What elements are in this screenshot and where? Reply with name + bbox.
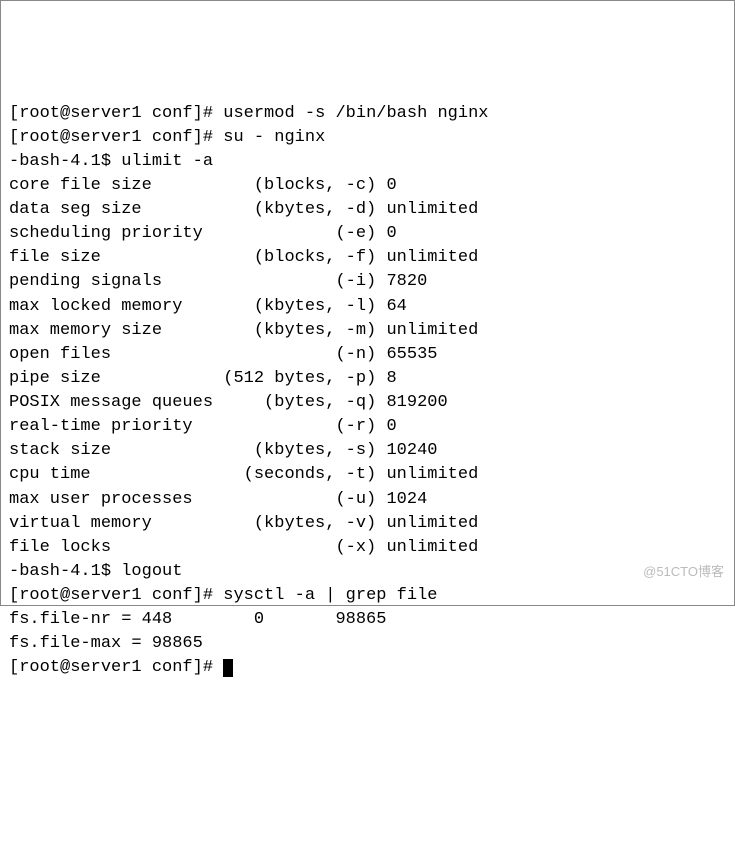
ulimit-row: POSIX message queues (bytes, -q) 819200 <box>9 391 726 415</box>
ulimit-value: 65535 <box>386 345 437 364</box>
command: sysctl -a | grep file <box>223 586 437 605</box>
sysctl-output: fs.file-nr = 448 0 98865 <box>9 608 726 632</box>
ulimit-row: max locked memory (kbytes, -l) 64 <box>9 295 726 319</box>
ulimit-row: data seg size (kbytes, -d) unlimited <box>9 198 726 222</box>
ulimit-row: cpu time (seconds, -t) unlimited <box>9 463 726 487</box>
cursor-icon <box>223 659 233 677</box>
ulimit-value: 0 <box>386 176 396 195</box>
ulimit-value: 10240 <box>386 441 437 460</box>
ulimit-row: core file size (blocks, -c) 0 <box>9 174 726 198</box>
ulimit-value: 64 <box>386 297 406 316</box>
ulimit-row: max memory size (kbytes, -m) unlimited <box>9 319 726 343</box>
prompt: [root@server1 conf]# <box>9 128 223 147</box>
ulimit-value: 0 <box>386 417 396 436</box>
command: su - nginx <box>223 128 325 147</box>
cmd-line-3: -bash-4.1$ ulimit -a <box>9 150 726 174</box>
ulimit-value: 8 <box>386 369 396 388</box>
ulimit-row: open files (-n) 65535 <box>9 343 726 367</box>
cmd-line-sysctl: [root@server1 conf]# sysctl -a | grep fi… <box>9 584 726 608</box>
ulimit-row: scheduling priority (-e) 0 <box>9 222 726 246</box>
cmd-line-current: [root@server1 conf]# <box>9 656 726 680</box>
ulimit-row: pipe size (512 bytes, -p) 8 <box>9 367 726 391</box>
cmd-line-2: [root@server1 conf]# su - nginx <box>9 126 726 150</box>
ulimit-row: pending signals (-i) 7820 <box>9 270 726 294</box>
ulimit-value: 7820 <box>386 272 427 291</box>
ulimit-row: virtual memory (kbytes, -v) unlimited <box>9 512 726 536</box>
prompt: [root@server1 conf]# <box>9 658 223 677</box>
ulimit-value: 1024 <box>386 490 427 509</box>
cmd-line-1: [root@server1 conf]# usermod -s /bin/bas… <box>9 102 726 126</box>
command: ulimit -a <box>121 152 213 171</box>
ulimit-row: max user processes (-u) 1024 <box>9 488 726 512</box>
ulimit-value: unlimited <box>386 538 478 557</box>
sysctl-output: fs.file-max = 98865 <box>9 632 726 656</box>
command: logout <box>121 562 182 581</box>
prompt: -bash-4.1$ <box>9 152 121 171</box>
ulimit-value: 819200 <box>386 393 447 412</box>
watermark-label: @51CTO博客 <box>643 563 724 581</box>
ulimit-value: 0 <box>386 224 396 243</box>
prompt: -bash-4.1$ <box>9 562 121 581</box>
ulimit-value: unlimited <box>386 321 478 340</box>
ulimit-row: stack size (kbytes, -s) 10240 <box>9 439 726 463</box>
ulimit-row: real-time priority (-r) 0 <box>9 415 726 439</box>
ulimit-row: file size (blocks, -f) unlimited <box>9 246 726 270</box>
prompt: [root@server1 conf]# <box>9 586 223 605</box>
prompt: [root@server1 conf]# <box>9 104 223 123</box>
ulimit-value: unlimited <box>386 514 478 533</box>
cmd-line-logout: -bash-4.1$ logout <box>9 560 726 584</box>
ulimit-value: unlimited <box>386 465 478 484</box>
ulimit-row: file locks (-x) unlimited <box>9 536 726 560</box>
terminal-output[interactable]: [root@server1 conf]# usermod -s /bin/bas… <box>9 102 726 681</box>
ulimit-value: unlimited <box>386 248 478 267</box>
command: usermod -s /bin/bash nginx <box>223 104 488 123</box>
ulimit-value: unlimited <box>386 200 478 219</box>
